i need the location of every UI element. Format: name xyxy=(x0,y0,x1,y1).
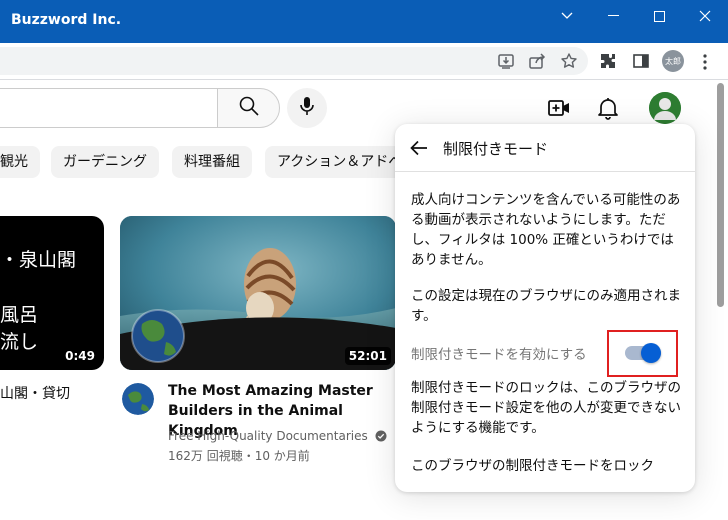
install-app-icon[interactable] xyxy=(497,52,515,70)
video-title-1[interactable]: 山閣・貸切 xyxy=(0,383,70,403)
search-icon xyxy=(238,95,260,121)
title-bar: Buzzword Inc. xyxy=(0,0,728,43)
extensions-icon[interactable] xyxy=(599,52,619,72)
lock-description: 制限付きモードのロックは、このブラウザの制限付きモード設定を他の人が変更できない… xyxy=(411,380,681,436)
account-avatar[interactable] xyxy=(649,92,681,124)
video-duration: 52:01 xyxy=(344,347,391,365)
chip-action-adventure[interactable]: アクション＆アドベ xyxy=(265,146,405,178)
video-meta: 162万 回視聴・10 か月前 xyxy=(168,449,310,463)
notifications-bell-icon[interactable] xyxy=(595,95,621,121)
close-icon[interactable] xyxy=(682,0,728,32)
share-icon[interactable] xyxy=(528,52,546,70)
window-title: Buzzword Inc. xyxy=(11,12,122,28)
restricted-mode-description: 成人向けコンテンツを含んでいる可能性のある動画が表示されないようにします。ただし… xyxy=(411,192,681,268)
thumbnail-text-line: 風呂 xyxy=(0,304,39,326)
minimize-icon[interactable] xyxy=(590,0,636,32)
profile-label: 太郎 xyxy=(665,56,681,66)
browser-window: Buzzword Inc. 太郎 観光 ガーデニング 料理番組 アクション＆アド… xyxy=(0,0,728,520)
channel-avatar[interactable] xyxy=(122,383,154,415)
browser-toolbar: 太郎 xyxy=(0,43,728,80)
back-arrow-icon[interactable] xyxy=(409,138,429,158)
restricted-mode-toggle[interactable] xyxy=(625,343,661,363)
chip-cooking[interactable]: 料理番組 xyxy=(172,146,252,178)
video-duration: 0:49 xyxy=(61,347,99,365)
video-thumbnail-2[interactable]: 52:01 xyxy=(120,216,396,370)
thumbnail-text-line: ・泉山閣 xyxy=(0,249,77,271)
channel-name-text: Free High-Quality Documentaries xyxy=(168,429,368,443)
toggle-knob[interactable] xyxy=(641,343,661,363)
bookmark-star-icon[interactable] xyxy=(560,52,578,70)
search-button[interactable] xyxy=(217,88,280,128)
profile-avatar[interactable]: 太郎 xyxy=(662,50,684,72)
toggle-label: 制限付きモードを有効にする xyxy=(411,347,587,363)
mic-icon xyxy=(297,95,317,121)
search-input[interactable] xyxy=(0,88,217,128)
panel-title: 制限付きモード xyxy=(443,140,549,158)
more-vert-icon[interactable] xyxy=(699,52,711,72)
panel-header: 制限付きモード xyxy=(395,124,695,172)
lock-restricted-mode-link[interactable]: このブラウザの制限付きモードをロック xyxy=(411,454,654,474)
browser-only-note: この設定は現在のブラウザにのみ適用されます。 xyxy=(411,288,681,324)
voice-search-button[interactable] xyxy=(287,88,327,128)
page-scrollbar-thumb[interactable] xyxy=(717,83,724,307)
maximize-icon[interactable] xyxy=(636,0,682,32)
create-video-icon[interactable] xyxy=(546,95,572,121)
verified-check-icon xyxy=(375,430,387,445)
thumbnail-text-line: 流し xyxy=(0,331,39,353)
side-panel-icon[interactable] xyxy=(632,52,652,72)
address-bar[interactable] xyxy=(0,47,588,75)
chip-sightseeing[interactable]: 観光 xyxy=(0,146,40,178)
channel-name[interactable]: Free High-Quality Documentaries xyxy=(168,429,387,445)
chip-gardening[interactable]: ガーデニング xyxy=(51,146,159,178)
video-thumbnail-1[interactable]: ・泉山閣 風呂 流し 0:49 xyxy=(0,216,104,370)
restricted-mode-panel: 制限付きモード 成人向けコンテンツを含んでいる可能性のある動画が表示されないよう… xyxy=(395,124,695,492)
chevron-down-icon[interactable] xyxy=(544,0,590,32)
